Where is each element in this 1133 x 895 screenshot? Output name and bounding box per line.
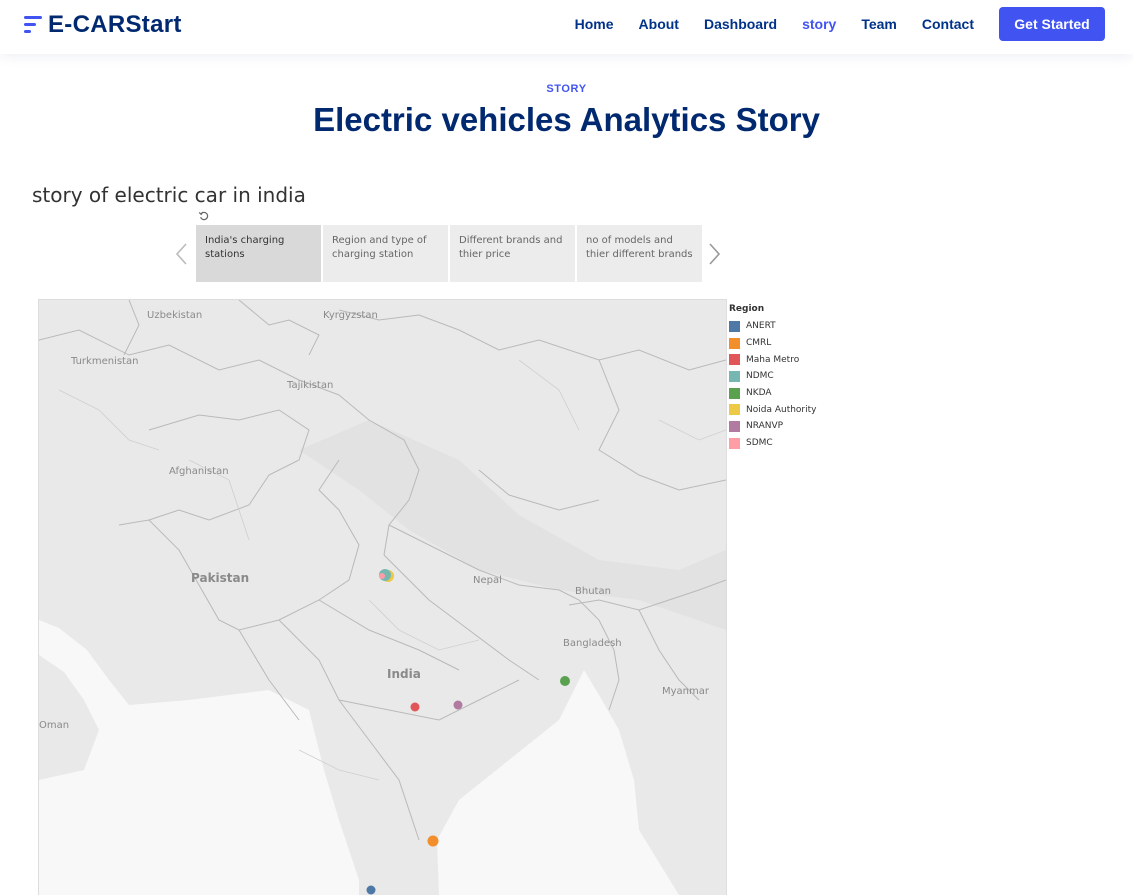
legend-label: NKDA <box>746 388 772 399</box>
legend-item-anert[interactable]: ANERT <box>729 318 816 335</box>
story-tab-charging-stations[interactable]: India's charging stations <box>196 225 321 282</box>
revert-icon[interactable] <box>198 210 210 222</box>
nav-about[interactable]: About <box>639 16 679 32</box>
legend-item-cmrl[interactable]: CMRL <box>729 335 816 352</box>
brand-name: E-CARStart <box>48 11 182 38</box>
legend-swatch <box>729 437 740 449</box>
story-tab-region-type[interactable]: Region and type of charging station <box>323 225 448 282</box>
site-header: E-CARStart Home About Dashboard story Te… <box>0 0 1133 54</box>
nav-story[interactable]: story <box>802 16 836 32</box>
map-label-kyrgyzstan: Kyrgyzstan <box>323 310 378 321</box>
station-marker-sdmc[interactable] <box>379 573 385 579</box>
legend-label: ANERT <box>746 321 776 332</box>
charging-stations-map[interactable]: Uzbekistan Kyrgyzstan Turkmenistan Tajik… <box>38 299 727 895</box>
legend-label: NDMC <box>746 371 774 382</box>
logo-icon <box>24 13 44 37</box>
section-tag: STORY <box>546 83 587 95</box>
map-label-nepal: Nepal <box>473 575 502 586</box>
next-story-arrow-icon[interactable] <box>708 242 722 266</box>
story-tab-brands-price[interactable]: Different brands and thier price <box>450 225 575 282</box>
nav-home[interactable]: Home <box>575 16 614 32</box>
story-tab-models-brands[interactable]: no of models and thier different brands <box>577 225 702 282</box>
station-marker-nkda[interactable] <box>560 676 570 686</box>
region-legend: Region ANERT CMRL Maha Metro NDMC NKDA N… <box>729 304 816 452</box>
legend-item-nranvp[interactable]: NRANVP <box>729 418 816 435</box>
map-label-bangladesh: Bangladesh <box>563 638 622 649</box>
station-marker-nranvp[interactable] <box>453 700 463 710</box>
legend-label: NRANVP <box>746 421 784 432</box>
legend-item-sdmc[interactable]: SDMC <box>729 435 816 452</box>
legend-swatch <box>729 354 740 366</box>
legend-label: SDMC <box>746 438 773 449</box>
map-label-india: India <box>387 667 421 681</box>
legend-title: Region <box>729 304 765 314</box>
brand-logo[interactable]: E-CARStart <box>24 10 182 40</box>
legend-label: Noida Authority <box>746 404 817 415</box>
legend-item-maha-metro[interactable]: Maha Metro <box>729 351 816 368</box>
legend-swatch <box>729 420 740 432</box>
legend-item-nkda[interactable]: NKDA <box>729 385 816 402</box>
previous-story-arrow-icon[interactable] <box>174 242 188 266</box>
legend-item-noida-authority[interactable]: Noida Authority <box>729 401 816 418</box>
legend-swatch <box>729 320 740 332</box>
main-nav: Home About Dashboard story Team Contact … <box>550 7 1105 41</box>
station-marker-anert[interactable] <box>366 885 376 895</box>
map-label-oman: Oman <box>39 720 69 731</box>
get-started-button[interactable]: Get Started <box>999 7 1105 41</box>
legend-swatch <box>729 404 740 416</box>
legend-label: CMRL <box>746 338 772 349</box>
station-marker-maha-metro[interactable] <box>410 702 420 712</box>
map-label-myanmar: Myanmar <box>662 686 710 697</box>
legend-swatch <box>729 387 740 399</box>
nav-contact[interactable]: Contact <box>922 16 974 32</box>
map-label-bhutan: Bhutan <box>575 586 611 597</box>
map-label-afghanistan: Afghanistan <box>169 466 229 477</box>
map-label-pakistan: Pakistan <box>191 571 249 585</box>
nav-dashboard[interactable]: Dashboard <box>704 16 777 32</box>
legend-label: Maha Metro <box>746 354 800 365</box>
station-marker-cmrl[interactable] <box>427 835 439 847</box>
legend-item-ndmc[interactable]: NDMC <box>729 368 816 385</box>
map-label-tajikistan: Tajikistan <box>286 380 333 391</box>
nav-team[interactable]: Team <box>861 16 897 32</box>
map-label-uzbekistan: Uzbekistan <box>147 310 202 321</box>
page-title: Electric vehicles Analytics Story <box>313 101 820 138</box>
legend-swatch <box>729 337 740 349</box>
map-canvas: Uzbekistan Kyrgyzstan Turkmenistan Tajik… <box>39 300 726 895</box>
legend-swatch <box>729 370 740 382</box>
map-label-turkmenistan: Turkmenistan <box>70 356 138 367</box>
story-title: story of electric car in india <box>32 183 306 207</box>
